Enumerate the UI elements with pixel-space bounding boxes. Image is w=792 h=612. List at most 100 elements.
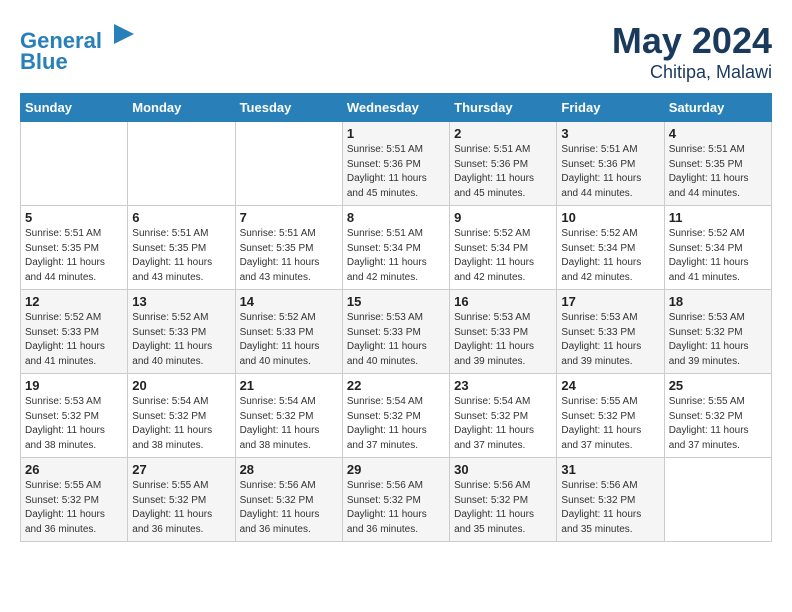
cell-content: Sunrise: 5:53 AM Sunset: 5:32 PM Dayligh… [669,311,767,369]
day-number: 18 [669,294,767,309]
calendar-cell: 29 Sunrise: 5:56 AM Sunset: 5:32 PM Dayli… [342,458,449,542]
calendar-cell [21,122,128,206]
day-number: 28 [240,462,338,477]
calendar-cell: 5 Sunrise: 5:51 AM Sunset: 5:35 PM Daylig… [21,206,128,290]
day-number: 27 [132,462,230,477]
calendar-cell: 25 Sunrise: 5:55 AM Sunset: 5:32 PM Dayli… [664,374,771,458]
weekday-header-row: SundayMondayTuesdayWednesdayThursdayFrid… [21,94,772,122]
day-number: 19 [25,378,123,393]
cell-content: Sunrise: 5:55 AM Sunset: 5:32 PM Dayligh… [132,479,230,537]
day-number: 7 [240,210,338,225]
cell-content: Sunrise: 5:53 AM Sunset: 5:33 PM Dayligh… [561,311,659,369]
day-number: 31 [561,462,659,477]
day-number: 12 [25,294,123,309]
calendar-cell: 27 Sunrise: 5:55 AM Sunset: 5:32 PM Dayli… [128,458,235,542]
calendar-cell: 9Sunrise: 5:52 AM Sunset: 5:34 PM Daylig… [450,206,557,290]
cell-content: Sunrise: 5:54 AM Sunset: 5:32 PM Dayligh… [132,395,230,453]
day-number: 21 [240,378,338,393]
cell-content: Sunrise: 5:56 AM Sunset: 5:32 PM Dayligh… [561,479,659,537]
cell-content: Sunrise: 5:53 AM Sunset: 5:33 PM Dayligh… [347,311,445,369]
day-number: 30 [454,462,552,477]
cell-content: Sunrise: 5:56 AM Sunset: 5:32 PM Dayligh… [347,479,445,537]
calendar-cell: 2 Sunrise: 5:51 AM Sunset: 5:36 PM Daylig… [450,122,557,206]
calendar-cell: 12 Sunrise: 5:52 AM Sunset: 5:33 PM Dayli… [21,290,128,374]
calendar-cell: 31 Sunrise: 5:56 AM Sunset: 5:32 PM Dayli… [557,458,664,542]
weekday-header-cell: Sunday [21,94,128,122]
day-number: 25 [669,378,767,393]
cell-content: Sunrise: 5:55 AM Sunset: 5:32 PM Dayligh… [669,395,767,453]
day-number: 29 [347,462,445,477]
day-number: 14 [240,294,338,309]
calendar-cell: 1Sunrise: 5:51 AM Sunset: 5:36 PM Daylig… [342,122,449,206]
cell-content: Sunrise: 5:54 AM Sunset: 5:32 PM Dayligh… [240,395,338,453]
cell-content: Sunrise: 5:54 AM Sunset: 5:32 PM Dayligh… [347,395,445,453]
calendar-cell: 4Sunrise: 5:51 AM Sunset: 5:35 PM Daylig… [664,122,771,206]
calendar-week-row: 12 Sunrise: 5:52 AM Sunset: 5:33 PM Dayli… [21,290,772,374]
day-number: 26 [25,462,123,477]
cell-content: Sunrise: 5:55 AM Sunset: 5:32 PM Dayligh… [561,395,659,453]
cell-content: Sunrise: 5:55 AM Sunset: 5:32 PM Dayligh… [25,479,123,537]
calendar-week-row: 1 Sunrise: 5:51 AM Sunset: 5:36 PM Daylig… [21,122,772,206]
calendar-cell: 22 Sunrise: 5:54 AM Sunset: 5:32 PM Dayli… [342,374,449,458]
cell-content: Sunrise: 5:52 AM Sunset: 5:33 PM Dayligh… [240,311,338,369]
cell-content: Sunrise: 5:52 AM Sunset: 5:33 PM Dayligh… [132,311,230,369]
calendar-cell: 28 Sunrise: 5:56 AM Sunset: 5:32 PM Dayli… [235,458,342,542]
day-number: 13 [132,294,230,309]
day-number: 16 [454,294,552,309]
calendar-cell: 24 Sunrise: 5:55 AM Sunset: 5:32 PM Dayli… [557,374,664,458]
cell-content: Sunrise: 5:51 AM Sunset: 5:36 PM Dayligh… [561,143,659,201]
day-number: 20 [132,378,230,393]
day-number: 10 [561,210,659,225]
calendar-week-row: 19Sunrise: 5:53 AM Sunset: 5:32 PM Dayli… [21,374,772,458]
logo-icon [110,20,138,48]
cell-content: Sunrise: 5:52 AM Sunset: 5:34 PM Dayligh… [669,227,767,285]
calendar-cell: 18 Sunrise: 5:53 AM Sunset: 5:32 PM Dayli… [664,290,771,374]
calendar-cell: 26 Sunrise: 5:55 AM Sunset: 5:32 PM Dayli… [21,458,128,542]
cell-content: Sunrise: 5:54 AM Sunset: 5:32 PM Dayligh… [454,395,552,453]
page-header: General Blue May 2024 Chitipa, Malawi [20,20,772,83]
cell-content: Sunrise: 5:56 AM Sunset: 5:32 PM Dayligh… [240,479,338,537]
calendar-cell: 17 Sunrise: 5:53 AM Sunset: 5:33 PM Dayli… [557,290,664,374]
day-number: 4 [669,126,767,141]
weekday-header-cell: Wednesday [342,94,449,122]
calendar-cell [664,458,771,542]
cell-content: Sunrise: 5:53 AM Sunset: 5:33 PM Dayligh… [454,311,552,369]
calendar-cell: 23Sunrise: 5:54 AM Sunset: 5:32 PM Dayli… [450,374,557,458]
weekday-header-cell: Friday [557,94,664,122]
calendar-cell [128,122,235,206]
cell-content: Sunrise: 5:51 AM Sunset: 5:36 PM Dayligh… [454,143,552,201]
calendar-cell: 21 Sunrise: 5:54 AM Sunset: 5:32 PM Dayli… [235,374,342,458]
cell-content: Sunrise: 5:52 AM Sunset: 5:33 PM Dayligh… [25,311,123,369]
cell-content: Sunrise: 5:51 AM Sunset: 5:34 PM Dayligh… [347,227,445,285]
calendar-cell: 20 Sunrise: 5:54 AM Sunset: 5:32 PM Dayli… [128,374,235,458]
day-number: 1 [347,126,445,141]
day-number: 24 [561,378,659,393]
calendar-cell: 19Sunrise: 5:53 AM Sunset: 5:32 PM Dayli… [21,374,128,458]
calendar-cell: 7 Sunrise: 5:51 AM Sunset: 5:35 PM Daylig… [235,206,342,290]
day-number: 2 [454,126,552,141]
cell-content: Sunrise: 5:51 AM Sunset: 5:35 PM Dayligh… [25,227,123,285]
day-number: 11 [669,210,767,225]
cell-content: Sunrise: 5:52 AM Sunset: 5:34 PM Dayligh… [561,227,659,285]
calendar-table: SundayMondayTuesdayWednesdayThursdayFrid… [20,93,772,542]
day-number: 8 [347,210,445,225]
day-number: 6 [132,210,230,225]
calendar-cell: 6Sunrise: 5:51 AM Sunset: 5:35 PM Daylig… [128,206,235,290]
calendar-week-row: 26 Sunrise: 5:55 AM Sunset: 5:32 PM Dayli… [21,458,772,542]
calendar-cell: 30 Sunrise: 5:56 AM Sunset: 5:32 PM Dayli… [450,458,557,542]
day-number: 5 [25,210,123,225]
calendar-cell: 11 Sunrise: 5:52 AM Sunset: 5:34 PM Dayli… [664,206,771,290]
cell-content: Sunrise: 5:51 AM Sunset: 5:35 PM Dayligh… [240,227,338,285]
day-number: 17 [561,294,659,309]
cell-content: Sunrise: 5:52 AM Sunset: 5:34 PM Dayligh… [454,227,552,285]
day-number: 22 [347,378,445,393]
weekday-header-cell: Thursday [450,94,557,122]
logo: General Blue [20,20,138,75]
calendar-cell: 13 Sunrise: 5:52 AM Sunset: 5:33 PM Dayli… [128,290,235,374]
calendar-cell: 10 Sunrise: 5:52 AM Sunset: 5:34 PM Dayli… [557,206,664,290]
calendar-cell: 15Sunrise: 5:53 AM Sunset: 5:33 PM Dayli… [342,290,449,374]
calendar-week-row: 5 Sunrise: 5:51 AM Sunset: 5:35 PM Daylig… [21,206,772,290]
calendar-cell: 14 Sunrise: 5:52 AM Sunset: 5:33 PM Dayli… [235,290,342,374]
cell-content: Sunrise: 5:56 AM Sunset: 5:32 PM Dayligh… [454,479,552,537]
calendar-cell: 3Sunrise: 5:51 AM Sunset: 5:36 PM Daylig… [557,122,664,206]
